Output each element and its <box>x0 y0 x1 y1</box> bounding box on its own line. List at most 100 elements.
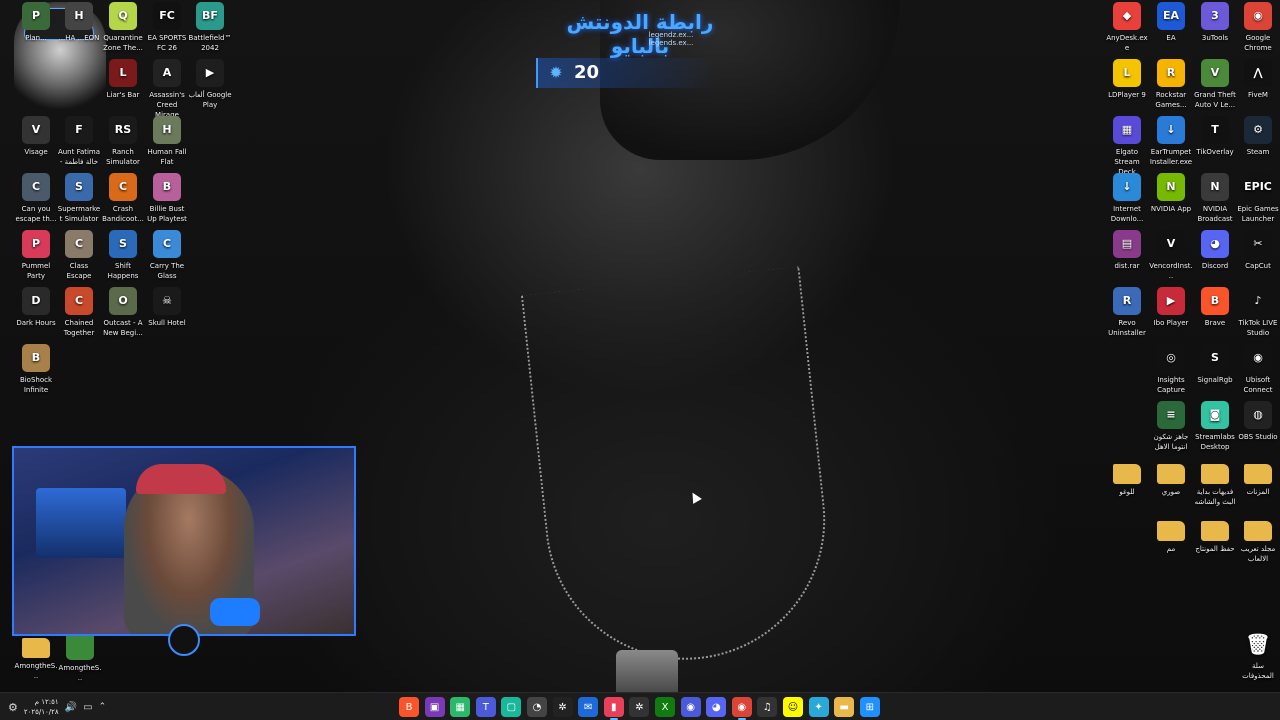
desktop-icon-15[interactable]: B Billie Bust Up Playtest <box>145 173 189 224</box>
desktop-icon-right-3[interactable]: ◉ Google Chrome <box>1236 2 1280 53</box>
taskbar-document-button[interactable]: ▮ <box>603 697 624 720</box>
desktop-icon-20[interactable]: D Dark Hours <box>14 287 58 328</box>
desktop-icon-6[interactable]: A Assassin's Creed Mirage <box>145 59 189 120</box>
desktop-icon-right-35[interactable]: حفظ المونتاج <box>1193 515 1237 554</box>
display-icon[interactable]: ▭ <box>83 702 92 713</box>
desktop-icon-right-11[interactable]: ⚙ Steam <box>1236 116 1280 157</box>
taskbar-app-blue-button[interactable]: ◉ <box>680 697 701 717</box>
desktop-icon-12[interactable]: C Can you escape th... <box>14 173 58 224</box>
desktop-icon-right-31[interactable]: صوري <box>1149 458 1193 497</box>
taskbar-start-button[interactable]: ⊞ <box>859 697 880 717</box>
desktop-icon-right-18[interactable]: ◕ Discord <box>1193 230 1237 271</box>
taskbar-app-purple-button[interactable]: ▣ <box>424 697 445 717</box>
desktop-icon-label: Battlefield™ 2042 <box>188 34 232 52</box>
desktop-icon-right-9[interactable]: ↓ EarTrumpet Installer.exe <box>1149 116 1193 167</box>
game-icon: C <box>22 173 50 201</box>
desktop-icon-right-24[interactable]: ◎ Insights Capture <box>1149 344 1193 395</box>
taskbar-chrome-button[interactable]: ◉ <box>731 697 752 720</box>
desktop-icon-right-8[interactable]: ▦ Elgato Stream Deck <box>1105 116 1149 177</box>
desktop-icon-right-32[interactable]: فديهات بداية البث والشاشه <box>1193 458 1237 507</box>
desktop-icon-right-5[interactable]: R Rockstar Games... <box>1149 59 1193 110</box>
clock[interactable]: ١٢:٥١ م ٢٠٢٥/١٠/٢٨ <box>24 697 59 717</box>
desktop-icon-0[interactable]: P Plan... <box>14 2 58 43</box>
taskbar-snapchat-button[interactable]: ☺ <box>783 697 803 717</box>
desktop-icon-right-29[interactable]: ◍ OBS Studio <box>1236 401 1280 442</box>
desktop-icon-right-12[interactable]: ↓ Internet Downlo... <box>1105 173 1149 224</box>
desktop-icon-right-10[interactable]: T TikOverlay <box>1193 116 1237 157</box>
desktop-icon-24[interactable]: B BioShock Infinite <box>14 344 58 395</box>
desktop-icon-right-28[interactable]: ◙ Streamlabs Desktop <box>1193 401 1237 452</box>
desktop-icon-16[interactable]: P Pummel Party <box>14 230 58 281</box>
desktop-icon-right-21[interactable]: ▶ Ibo Player <box>1149 287 1193 328</box>
desktop-icon-right-30[interactable]: للوغو <box>1105 458 1149 497</box>
desktop-icon-19[interactable]: C Carry The Glass <box>145 230 189 281</box>
taskbar-discord-button[interactable]: ◕ <box>706 697 727 717</box>
desktop-icon-right-4[interactable]: L LDPlayer 9 <box>1105 59 1149 100</box>
desktop-icon-right-27[interactable]: ≡ جاهز شكون انتوما الاهل <box>1149 401 1193 452</box>
chevron-up-icon[interactable]: ⌃ <box>99 702 107 712</box>
desktop-icon-right-36[interactable]: مجلد تعريب الالعاب <box>1236 515 1280 564</box>
capcut-icon: ✂ <box>1244 230 1272 258</box>
taskbar-app-teal-button[interactable]: ▢ <box>501 697 522 717</box>
desktop-icon-right-2[interactable]: 3 3uTools <box>1193 2 1237 43</box>
volume-icon[interactable]: 🔊 <box>65 702 77 713</box>
desktop-icon-right-14[interactable]: N NVIDIA Broadcast <box>1193 173 1237 224</box>
recycle-bin[interactable]: 🗑 سلة المحذوفات <box>1236 630 1280 681</box>
installer-icon: ↓ <box>1157 116 1185 144</box>
taskbar-app-multi-button[interactable]: ✦ <box>808 697 829 717</box>
desktop-icon-21[interactable]: C Chained Together <box>57 287 101 338</box>
gta-icon: V <box>1201 59 1229 87</box>
taskbar-app-spinner-button[interactable]: ◔ <box>527 697 547 717</box>
taskbar-music-button[interactable]: ♫ <box>757 697 778 717</box>
brave-icon: B <box>1201 287 1229 315</box>
desktop-icon-right-22[interactable]: B Brave <box>1193 287 1237 328</box>
webcam-badge <box>168 624 200 656</box>
desktop-icon-right-0[interactable]: ◆ AnyDesk.exe <box>1105 2 1149 53</box>
desktop-icon-8[interactable]: V Visage <box>14 116 58 157</box>
desktop-icon-label: AnyDesk.exe <box>1106 34 1148 52</box>
desktop-icon-2[interactable]: Q Quarantine Zone The... <box>101 2 145 53</box>
desktop-icon-5[interactable]: L Liar's Bar <box>101 59 145 100</box>
desktop-icon-right-13[interactable]: N NVIDIA App <box>1149 173 1193 214</box>
taskbar-openai-button[interactable]: ✲ <box>629 697 650 717</box>
taskbar-chatgpt-button[interactable]: ✲ <box>552 697 573 717</box>
desktop-icon-7[interactable]: ▶ ألعاب Google Play <box>188 59 232 110</box>
desktop-icon-right-20[interactable]: R Revo Uninstaller <box>1105 287 1149 338</box>
desktop-icon-right-34[interactable]: مم <box>1149 515 1193 554</box>
desktop-icon-10[interactable]: RS Ranch Simulator <box>101 116 145 167</box>
desktop-icon-23[interactable]: ☠ Skull Hotel <box>145 287 189 328</box>
desktop-icon-4[interactable]: BF Battlefield™ 2042 <box>188 2 232 53</box>
desktop-icon-22[interactable]: O Outcast - A New Begi... <box>101 287 145 338</box>
desktop-icon-right-15[interactable]: EPIC Epic Games Launcher <box>1236 173 1280 224</box>
desktop-icon-bottom-1[interactable]: AmongtheS... <box>58 632 102 683</box>
desktop-icon-1[interactable]: H ...HA ...EON <box>57 2 101 43</box>
desktop-icon-right-1[interactable]: EA EA <box>1149 2 1193 43</box>
desktop-icon-17[interactable]: C Class Escape <box>57 230 101 281</box>
desktop-icon-right-33[interactable]: المزنات <box>1236 458 1280 497</box>
desktop-icon-label: Carry The Glass <box>149 262 185 280</box>
desktop-icon-14[interactable]: C Crash Bandicoot... <box>101 173 145 224</box>
desktop-icon-right-26[interactable]: ◉ Ubisoft Connect <box>1236 344 1280 395</box>
desktop-icon-bottom-0[interactable]: AmongtheS... <box>14 632 58 681</box>
brave-icon: B <box>405 701 413 713</box>
desktop-icon-13[interactable]: S Supermarket Simulator <box>57 173 101 224</box>
desktop-icon-right-6[interactable]: V Grand Theft Auto V Le... <box>1193 59 1237 110</box>
desktop-icon-18[interactable]: S Shift Happens <box>101 230 145 281</box>
desktop-icon-right-7[interactable]: ⋀ FiveM <box>1236 59 1280 100</box>
desktop-icon-3[interactable]: FC EA SPORTS FC 26 <box>145 2 189 53</box>
desktop-icon-right-16[interactable]: ▤ dist.rar <box>1105 230 1149 271</box>
desktop-icon-right-17[interactable]: V VencordInst... <box>1149 230 1193 281</box>
taskbar-xbox-button[interactable]: X <box>655 697 675 717</box>
desktop-icon-11[interactable]: H Human Fall Flat <box>145 116 189 167</box>
settings-icon[interactable]: ⚙ <box>8 701 18 714</box>
taskbar-file-explorer-button[interactable]: ▬ <box>834 697 855 717</box>
taskbar-brave-button[interactable]: B <box>399 697 419 717</box>
desktop-icon-right-25[interactable]: S SignalRgb <box>1193 344 1237 385</box>
taskbar-outlook-button[interactable]: ✉ <box>578 697 599 717</box>
taskbar-app-green-button[interactable]: ▦ <box>450 697 471 717</box>
desktop-icon-right-23[interactable]: ♪ TikTok LIVE Studio <box>1236 287 1280 338</box>
app-icon: ◉ <box>686 701 695 713</box>
desktop-icon-9[interactable]: F Aunt Fatima - خالة فاطمة <box>57 116 101 167</box>
taskbar-teams-button[interactable]: T <box>475 697 496 717</box>
desktop-icon-right-19[interactable]: ✂ CapCut <box>1236 230 1280 271</box>
